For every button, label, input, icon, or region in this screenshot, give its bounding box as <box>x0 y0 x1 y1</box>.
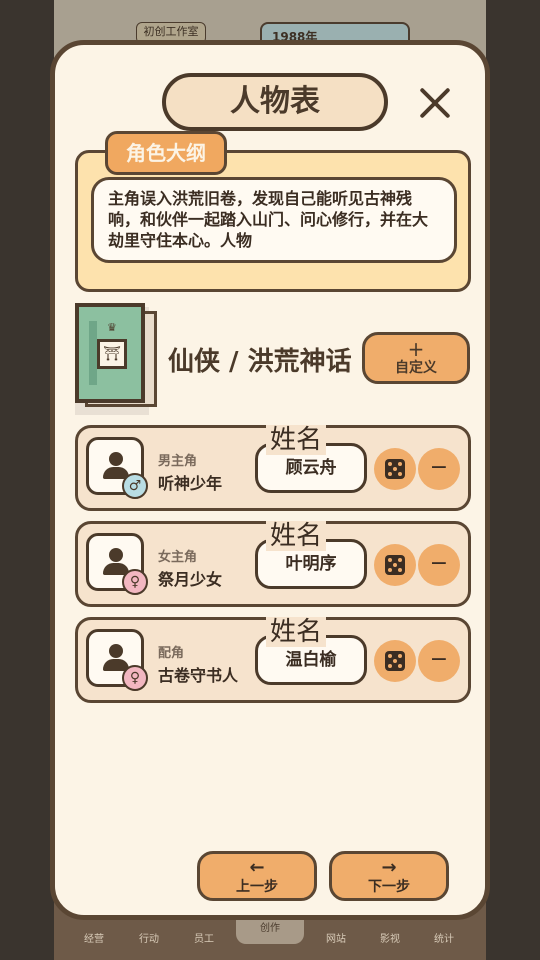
randomize-button[interactable] <box>374 640 416 682</box>
nav-item-operate[interactable]: 经营 <box>74 930 114 945</box>
remove-button[interactable]: − <box>418 448 460 490</box>
close-icon[interactable] <box>417 85 453 121</box>
name-label: 姓名 <box>266 425 327 455</box>
temple-icon: ⛩ <box>97 339 127 369</box>
nav-item-film[interactable]: 影视 <box>370 930 410 945</box>
character-row: ♀ 女主角 祭月少女 叶明序 姓名 − <box>75 521 471 607</box>
dialog-title: 人物表 <box>162 73 388 131</box>
female-icon: ♀ <box>122 665 148 691</box>
character-row: ♀ 配角 古卷守书人 温白榆 姓名 − <box>75 617 471 703</box>
dice-icon <box>385 459 405 479</box>
nav-item-stats[interactable]: 统计 <box>424 930 464 945</box>
role-archetype: 听神少年 <box>158 474 223 493</box>
remove-button[interactable]: − <box>418 640 460 682</box>
randomize-button[interactable] <box>374 544 416 586</box>
plus-icon: + <box>407 337 425 361</box>
genre-label: 仙侠 / 洪荒神话 <box>168 347 352 377</box>
custom-button[interactable]: + 自定义 <box>362 332 470 384</box>
character-row: ♂ 男主角 听神少年 顾云舟 姓名 − <box>75 425 471 511</box>
female-icon: ♀ <box>122 569 148 595</box>
outline-tab: 角色大纲 <box>105 131 227 175</box>
role-archetype: 古卷守书人 <box>158 666 239 685</box>
dice-icon <box>385 651 405 671</box>
character-sheet-dialog: 人物表 角色大纲 主角误入洪荒旧卷，发现自己能听见古神残响，和伙伴一起踏入山门、… <box>50 40 490 920</box>
arrow-left-icon: ← <box>249 857 265 878</box>
nav-item-action[interactable]: 行动 <box>129 930 169 945</box>
dice-icon <box>385 555 405 575</box>
nav-item-website[interactable]: 网站 <box>316 930 356 945</box>
outline-text[interactable]: 主角误入洪荒旧卷，发现自己能听见古神残响，和伙伴一起踏入山门、问心修行，并在大劫… <box>91 177 457 263</box>
book-cover-icon: ♛ ⛩ <box>75 303 159 415</box>
arrow-right-icon: → <box>381 857 397 878</box>
nav-item-staff[interactable]: 员工 <box>184 930 224 945</box>
randomize-button[interactable] <box>374 448 416 490</box>
role-type: 女主角 <box>158 550 198 565</box>
male-icon: ♂ <box>122 473 148 499</box>
name-label: 姓名 <box>266 617 327 647</box>
previous-step-label: 上一步 <box>236 879 278 895</box>
remove-button[interactable]: − <box>418 544 460 586</box>
crown-icon: ♛ <box>107 321 117 334</box>
role-type: 男主角 <box>158 454 198 469</box>
custom-label: 自定义 <box>395 360 437 376</box>
previous-step-button[interactable]: ← 上一步 <box>197 851 317 901</box>
role-type: 配角 <box>158 646 185 661</box>
next-step-label: 下一步 <box>368 879 410 895</box>
name-label: 姓名 <box>266 521 327 551</box>
next-step-button[interactable]: → 下一步 <box>329 851 449 901</box>
role-archetype: 祭月少女 <box>158 570 223 589</box>
